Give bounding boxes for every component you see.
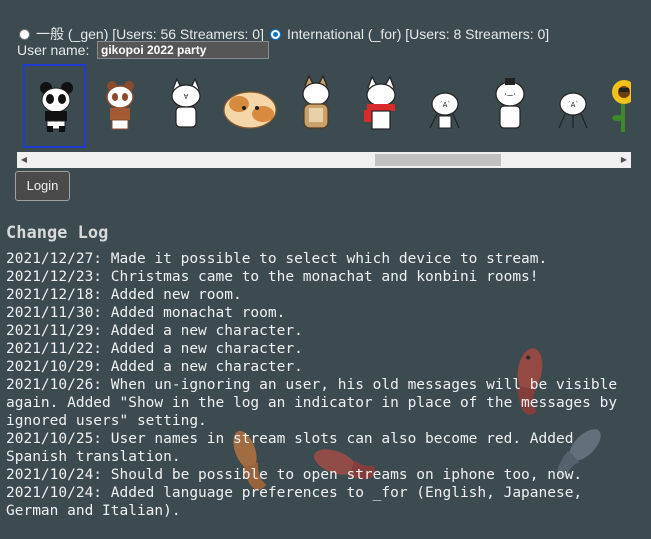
character-onigiri[interactable]: 'ー' — [479, 64, 542, 148]
changelog-entry: 2021/11/22: Added a new character. — [6, 341, 303, 357]
stick-figure-2-icon: ´A` — [558, 92, 588, 129]
svg-text:´A`: ´A` — [439, 101, 451, 109]
character-sunflower[interactable] — [607, 64, 631, 148]
changelog-entry: 2021/12/18: Added new room. — [6, 287, 242, 303]
character-guinea-pig[interactable] — [219, 64, 282, 148]
svg-text:'ー': 'ー' — [505, 92, 516, 100]
scroll-right-icon[interactable]: ▶ — [617, 152, 631, 168]
changelog-entry: 2021/10/24: Should be possible to open s… — [6, 467, 583, 483]
changelog-entry: 2021/10/24: Added language preferences t… — [6, 485, 583, 519]
changelog-list: 2021/12/27: Made it possible to select w… — [6, 250, 638, 520]
character-panda[interactable] — [23, 64, 86, 148]
sunflower-icon — [612, 80, 631, 132]
changelog-entry: 2021/10/26: When un-ignoring an user, hi… — [6, 377, 618, 429]
server-label-for: International (_for) [Users: 8 Streamers… — [286, 26, 550, 42]
character-selector: ∀ ´A` 'ー' ´A` — [17, 63, 631, 151]
panda-icon — [40, 82, 73, 132]
server-label-gen: 一般 (_gen) [Users: 56 Streamers: 0] — [36, 26, 264, 42]
changelog-entry: 2021/11/29: Added a new character. — [6, 323, 303, 339]
login-button[interactable]: Login — [15, 171, 70, 201]
giko-icon: ∀ — [171, 77, 201, 128]
svg-text:´A`: ´A` — [567, 101, 579, 109]
scroll-left-icon[interactable]: ◀ — [17, 152, 31, 168]
character-red-panda[interactable] — [89, 64, 152, 148]
character-owl[interactable] — [285, 64, 348, 148]
character-giko[interactable]: ∀ — [155, 64, 218, 148]
character-scrollbar[interactable]: ◀ ▶ — [17, 152, 631, 168]
red-panda-icon — [106, 81, 134, 130]
character-stick-figure-2[interactable]: ´A` — [545, 64, 608, 148]
server-radio-gen[interactable] — [19, 29, 30, 40]
stick-figure-icon: ´A` — [429, 92, 460, 129]
character-stick-figure[interactable]: ´A` — [415, 64, 478, 148]
changelog-entry: 2021/11/30: Added monachat room. — [6, 305, 286, 321]
character-cat-scarf[interactable] — [350, 64, 413, 148]
guinea-pig-icon — [223, 91, 277, 129]
cat-with-scarf-icon — [364, 75, 396, 130]
owl-icon — [302, 74, 330, 129]
username-label: User name: — [17, 42, 90, 58]
username-row: User name: gikopoi 2022 party — [17, 41, 269, 62]
changelog-title: Change Log — [6, 223, 109, 243]
username-input[interactable]: gikopoi 2022 party — [97, 41, 269, 59]
onigiri-icon: 'ー' — [495, 78, 525, 129]
svg-text:∀: ∀ — [184, 93, 189, 101]
changelog-entry: 2021/12/27: Made it possible to select w… — [6, 251, 548, 267]
server-radio-for[interactable] — [269, 29, 281, 40]
changelog-entry: 2021/10/25: User names in stream slots c… — [6, 431, 574, 465]
changelog-entry: 2021/10/29: Added a new character. — [6, 359, 303, 375]
scrollbar-thumb[interactable] — [375, 154, 501, 166]
changelog-entry: 2021/12/23: Christmas came to the monach… — [6, 269, 539, 285]
